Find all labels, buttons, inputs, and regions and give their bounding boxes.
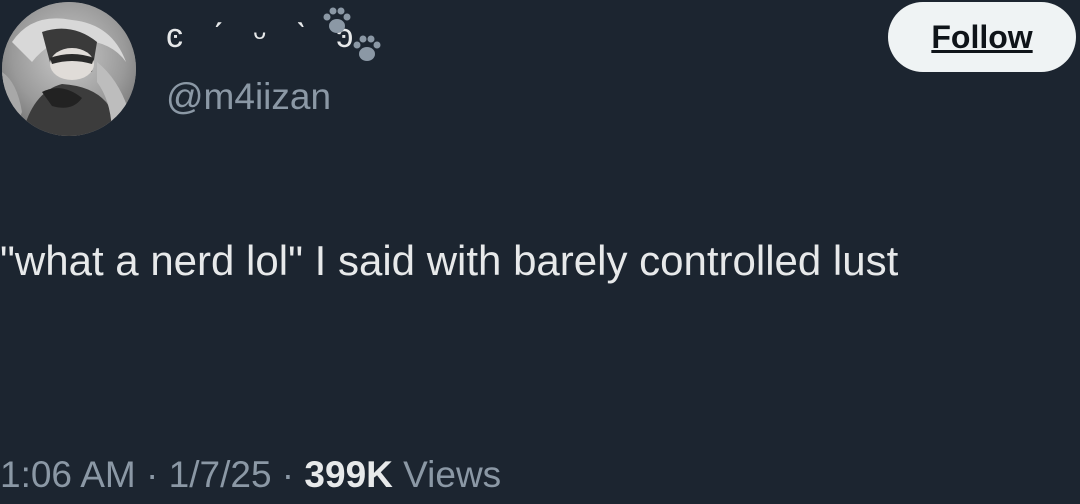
follow-button[interactable]: Follow xyxy=(888,2,1076,72)
meta-separator: · xyxy=(271,454,305,495)
meta-separator: · xyxy=(135,454,169,495)
tweet-meta: 1:06 AM · 1/7/25 · 399K Views xyxy=(0,450,501,500)
tweet-date[interactable]: 1/7/25 xyxy=(169,454,272,495)
avatar[interactable] xyxy=(2,2,136,136)
tweet-time[interactable]: 1:06 AM xyxy=(0,454,136,495)
tweet-text: "what a nerd lol" I said with barely con… xyxy=(0,237,899,284)
avatar-image xyxy=(2,2,136,136)
views-label: Views xyxy=(392,454,502,495)
author-handle[interactable]: @m4iizan xyxy=(166,72,331,122)
paw-print-icon xyxy=(323,7,351,33)
views-count: 399K xyxy=(304,454,393,495)
paw-print-icon xyxy=(353,35,381,61)
